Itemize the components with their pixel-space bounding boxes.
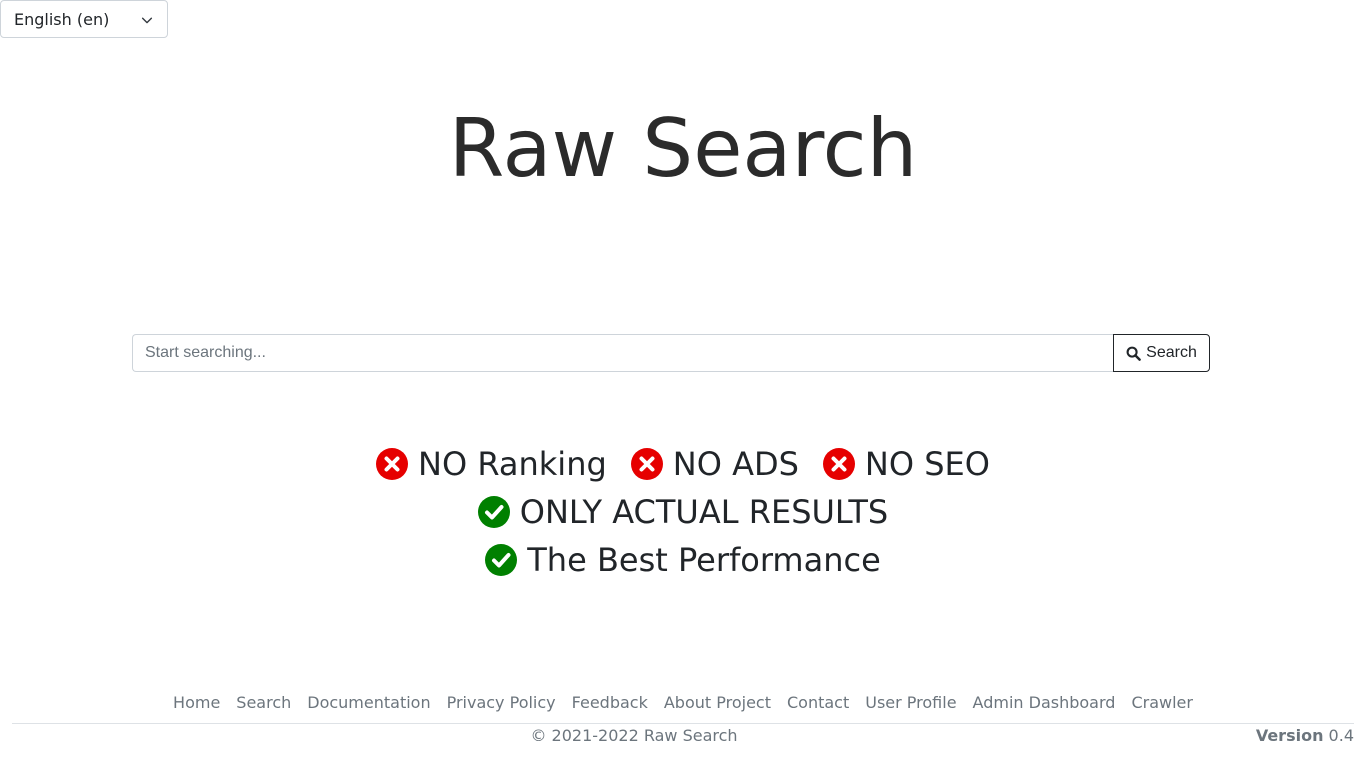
feature-label: ONLY ACTUAL RESULTS [519, 493, 889, 531]
feature-best-performance: The Best Performance [485, 541, 881, 579]
feature-list: NO Ranking NO ADS NO SEO ONLY ACTUAL RES… [0, 440, 1366, 584]
feature-no-seo: NO SEO [822, 445, 990, 483]
check-circle-icon [477, 496, 510, 528]
footer-divider [12, 723, 1354, 724]
feature-row: The Best Performance [0, 536, 1366, 584]
footer-link-crawler[interactable]: Crawler [1131, 692, 1193, 714]
footer-nav: Home Search Documentation Privacy Policy… [0, 692, 1366, 714]
chevron-down-icon [141, 17, 153, 24]
feature-no-ads: NO ADS [630, 445, 799, 483]
footer-link-contact[interactable]: Contact [787, 692, 849, 714]
footer-link-privacy-policy[interactable]: Privacy Policy [447, 692, 556, 714]
footer-link-about-project[interactable]: About Project [664, 692, 771, 714]
search-input[interactable] [132, 334, 1113, 372]
language-select[interactable]: English (en) [0, 0, 168, 38]
feature-label: NO Ranking [418, 445, 607, 483]
search-button[interactable]: Search [1113, 334, 1210, 372]
search-form: Search [132, 334, 1210, 372]
feature-row: NO Ranking NO ADS NO SEO [0, 440, 1366, 488]
feature-label: The Best Performance [527, 541, 881, 579]
search-icon [1126, 346, 1141, 361]
version-number: 0.4 [1328, 726, 1354, 745]
feature-label: NO ADS [672, 445, 799, 483]
footer-link-search[interactable]: Search [236, 692, 291, 714]
feature-label: NO SEO [864, 445, 990, 483]
search-button-label: Search [1146, 344, 1197, 361]
footer-link-documentation[interactable]: Documentation [307, 692, 430, 714]
page-title: Raw Search [448, 102, 918, 195]
feature-row: ONLY ACTUAL RESULTS [0, 488, 1366, 536]
version-label: Version [1255, 726, 1324, 745]
footer-link-home[interactable]: Home [173, 692, 220, 714]
version-info: Version 0.4 [1256, 726, 1354, 746]
check-circle-icon [485, 544, 518, 576]
feature-no-ranking: NO Ranking [376, 445, 607, 483]
copyright-text: © 2021-2022 Raw Search [530, 726, 738, 745]
cross-circle-icon [376, 448, 409, 480]
footer-link-user-profile[interactable]: User Profile [865, 692, 956, 714]
cross-circle-icon [822, 448, 855, 480]
feature-only-actual-results: ONLY ACTUAL RESULTS [477, 493, 889, 531]
cross-circle-icon [630, 448, 663, 480]
footer-link-admin-dashboard[interactable]: Admin Dashboard [973, 692, 1116, 714]
footer-link-feedback[interactable]: Feedback [572, 692, 648, 714]
language-select-value: English (en) [14, 9, 110, 29]
